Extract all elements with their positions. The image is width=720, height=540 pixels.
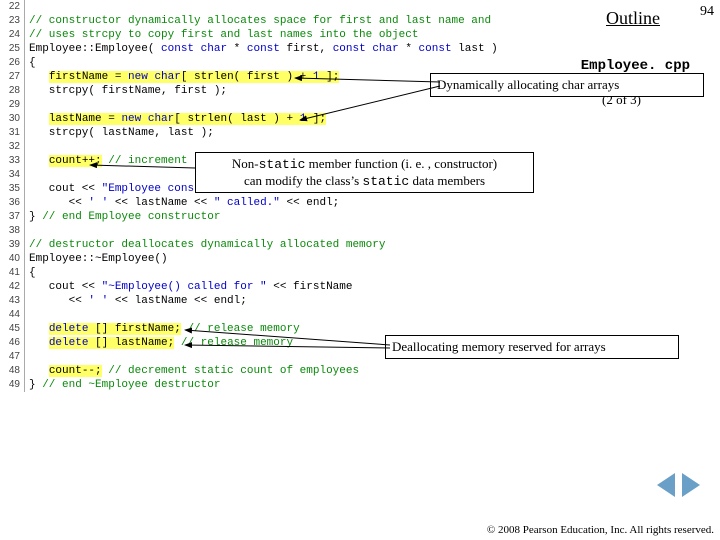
code-content (25, 0, 29, 14)
code-content: delete [] firstName; // release memory (25, 322, 300, 336)
line-number: 22 (0, 0, 25, 14)
code-line: 40Employee::~Employee() (0, 252, 590, 266)
code-content: strcpy( lastName, last ); (25, 126, 214, 140)
line-number: 47 (0, 350, 25, 364)
code-line: 29 (0, 98, 590, 112)
code-line: 26{ (0, 56, 590, 70)
line-number: 36 (0, 196, 25, 210)
code-content: { (25, 266, 36, 280)
line-number: 37 (0, 210, 25, 224)
code-content: } // end Employee constructor (25, 210, 220, 224)
code-content: Employee::~Employee() (25, 252, 168, 266)
code-content (25, 140, 29, 154)
code-content: // destructor deallocates dynamically al… (25, 238, 385, 252)
copyright-notice: © 2008 Pearson Education, Inc. All right… (487, 524, 714, 536)
line-number: 43 (0, 294, 25, 308)
code-line: 49} // end ~Employee destructor (0, 378, 590, 392)
line-number: 27 (0, 70, 25, 84)
line-number: 41 (0, 266, 25, 280)
code-line: 30 lastName = new char[ strlen( last ) +… (0, 112, 590, 126)
code-line: 22 (0, 0, 590, 14)
code-content: strcpy( firstName, first ); (25, 84, 227, 98)
code-line: 48 count--; // decrement static count of… (0, 364, 590, 378)
page-number: 94 (700, 4, 714, 20)
code-line: 31 strcpy( lastName, last ); (0, 126, 590, 140)
line-number: 31 (0, 126, 25, 140)
code-line: 36 << ' ' << lastName << " called." << e… (0, 196, 590, 210)
line-number: 24 (0, 28, 25, 42)
line-number: 42 (0, 280, 25, 294)
line-number: 40 (0, 252, 25, 266)
code-content: // constructor dynamically allocates spa… (25, 14, 491, 28)
line-number: 48 (0, 364, 25, 378)
line-number: 25 (0, 42, 25, 56)
prev-slide-button[interactable] (657, 473, 675, 497)
code-line: 45 delete [] firstName; // release memor… (0, 322, 590, 336)
code-content: count--; // decrement static count of em… (25, 364, 359, 378)
line-number: 28 (0, 84, 25, 98)
code-content: cout << "~Employee() called for " << fir… (25, 280, 352, 294)
line-number: 33 (0, 154, 25, 168)
outline-heading: Outline (606, 8, 660, 29)
code-line: 24// uses strcpy to copy first and last … (0, 28, 590, 42)
code-content: } // end ~Employee destructor (25, 378, 220, 392)
code-content (25, 168, 29, 182)
callout-dealloc: Deallocating memory reserved for arrays (385, 335, 679, 359)
code-content: firstName = new char[ strlen( first ) + … (25, 70, 339, 84)
code-listing: 2223// constructor dynamically allocates… (0, 0, 590, 392)
code-line: 25Employee::Employee( const char * const… (0, 42, 590, 56)
code-content (25, 224, 29, 238)
next-slide-button[interactable] (682, 473, 700, 497)
code-line: 38 (0, 224, 590, 238)
code-content: lastName = new char[ strlen( last ) + 1 … (25, 112, 326, 126)
callout-dynamic-alloc: Dynamically allocating char arrays (430, 73, 704, 97)
code-content (25, 98, 29, 112)
code-content: delete [] lastName; // release memory (25, 336, 293, 350)
code-line: 37} // end Employee constructor (0, 210, 590, 224)
line-number: 49 (0, 378, 25, 392)
nav-controls (657, 473, 700, 500)
code-content (25, 308, 29, 322)
callout-nonstatic: Non-static member function (i. e. , cons… (195, 152, 534, 193)
source-file-name: Employee. cpp (581, 58, 690, 74)
line-number: 23 (0, 14, 25, 28)
line-number: 39 (0, 238, 25, 252)
code-line: 44 (0, 308, 590, 322)
line-number: 46 (0, 336, 25, 350)
line-number: 44 (0, 308, 25, 322)
code-content: << ' ' << lastName << endl; (25, 294, 247, 308)
code-content: Employee::Employee( const char * const f… (25, 42, 498, 56)
line-number: 45 (0, 322, 25, 336)
source-file-label: Employee. cpp (581, 58, 690, 74)
line-number: 35 (0, 182, 25, 196)
line-number: 29 (0, 98, 25, 112)
code-line: 42 cout << "~Employee() called for " << … (0, 280, 590, 294)
code-content (25, 350, 29, 364)
code-line: 41{ (0, 266, 590, 280)
line-number: 38 (0, 224, 25, 238)
line-number: 26 (0, 56, 25, 70)
line-number: 34 (0, 168, 25, 182)
code-content: // uses strcpy to copy first and last na… (25, 28, 418, 42)
code-content: << ' ' << lastName << " called." << endl… (25, 196, 339, 210)
line-number: 32 (0, 140, 25, 154)
code-line: 23// constructor dynamically allocates s… (0, 14, 590, 28)
line-number: 30 (0, 112, 25, 126)
code-line: 39// destructor deallocates dynamically … (0, 238, 590, 252)
code-content: { (25, 56, 36, 70)
code-line: 43 << ' ' << lastName << endl; (0, 294, 590, 308)
